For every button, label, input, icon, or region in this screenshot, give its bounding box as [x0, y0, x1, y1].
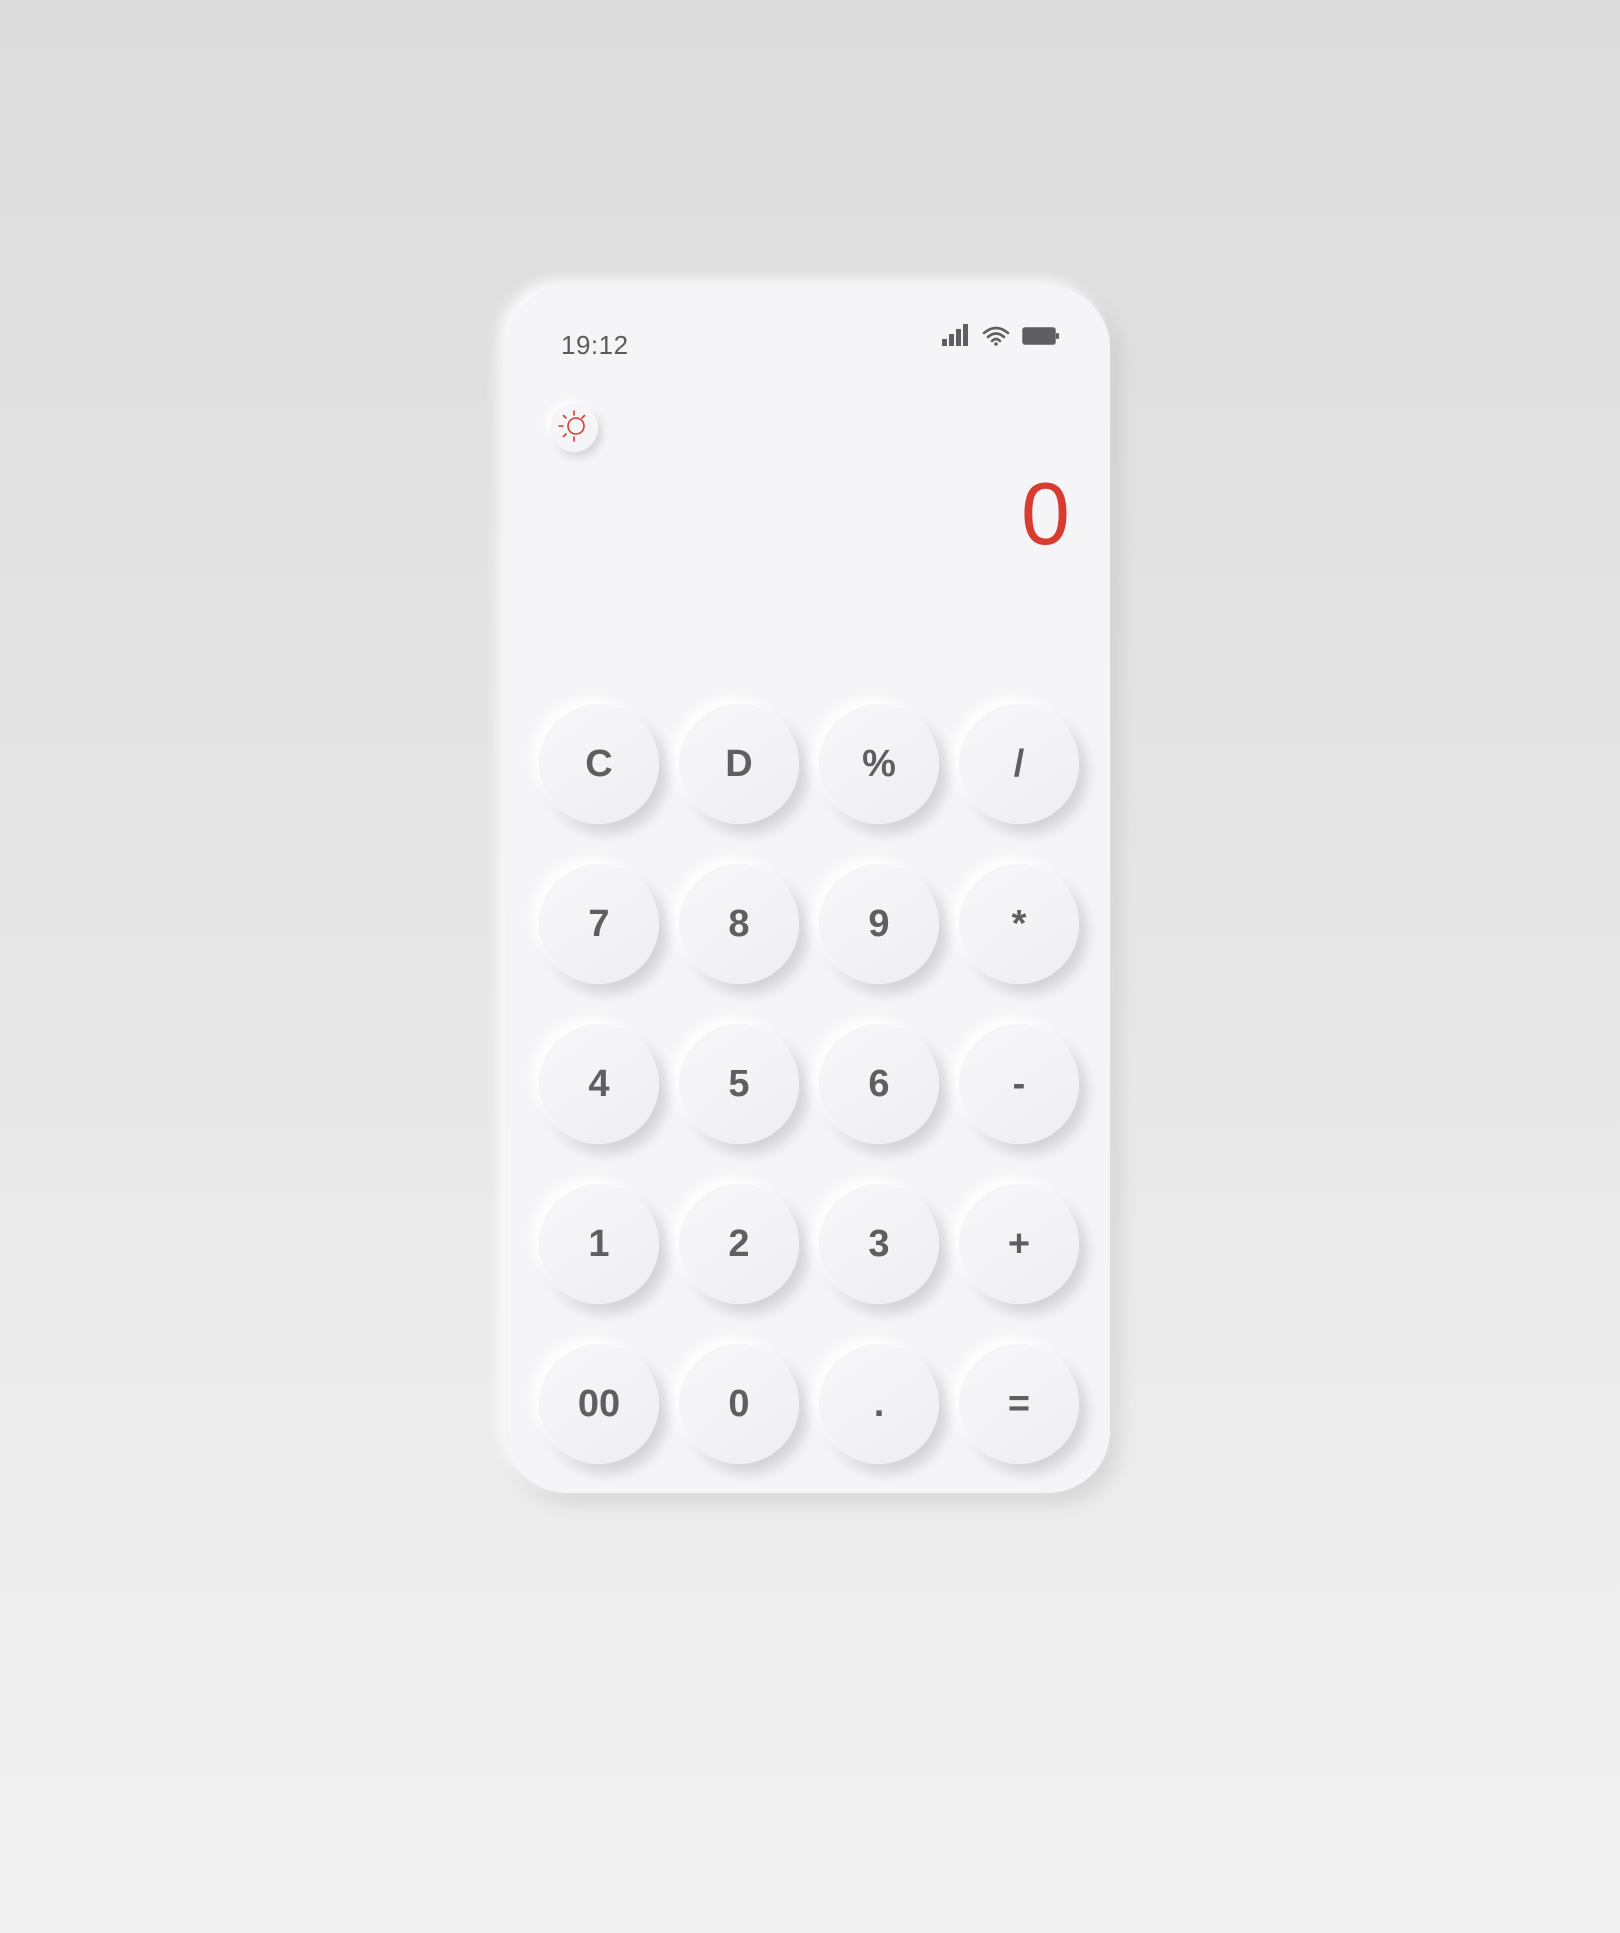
key-six-button[interactable]: 6: [819, 1024, 939, 1144]
key-clear-button[interactable]: C: [539, 704, 659, 824]
key-divide-button[interactable]: /: [959, 704, 1079, 824]
key-nine-button[interactable]: 9: [819, 864, 939, 984]
theme-toggle-button[interactable]: [550, 404, 598, 452]
key-delete-button[interactable]: D: [679, 704, 799, 824]
key-four-button[interactable]: 4: [539, 1024, 659, 1144]
status-time: 19:12: [561, 330, 629, 360]
key-double-zero-button[interactable]: 00: [539, 1344, 659, 1464]
sun-moon-icon: [557, 409, 591, 448]
key-zero-button[interactable]: 0: [679, 1344, 799, 1464]
wifi-icon: [982, 326, 1010, 346]
key-two-button[interactable]: 2: [679, 1184, 799, 1304]
key-three-button[interactable]: 3: [819, 1184, 939, 1304]
key-percent-button[interactable]: %: [819, 704, 939, 824]
key-equals-button[interactable]: =: [959, 1344, 1079, 1464]
cellular-signal-icon: [942, 324, 970, 346]
key-multiply-button[interactable]: *: [959, 864, 1079, 984]
key-add-button[interactable]: +: [959, 1184, 1079, 1304]
battery-icon: [1022, 326, 1060, 346]
key-eight-button[interactable]: 8: [679, 864, 799, 984]
status-icons: [942, 324, 1060, 346]
keypad: C D % / 7 8 9 * 4 5 6 - 1 2 3 + 00 0 . =: [539, 704, 1079, 1464]
key-one-button[interactable]: 1: [539, 1184, 659, 1304]
key-five-button[interactable]: 5: [679, 1024, 799, 1144]
key-decimal-button[interactable]: .: [819, 1344, 939, 1464]
key-seven-button[interactable]: 7: [539, 864, 659, 984]
key-subtract-button[interactable]: -: [959, 1024, 1079, 1144]
calculator-phone: 19:12 0 C D % / 7 8 9 * 4 5 6 - 1 2 3 + …: [505, 286, 1110, 1493]
calculator-display: 0: [1021, 464, 1070, 563]
